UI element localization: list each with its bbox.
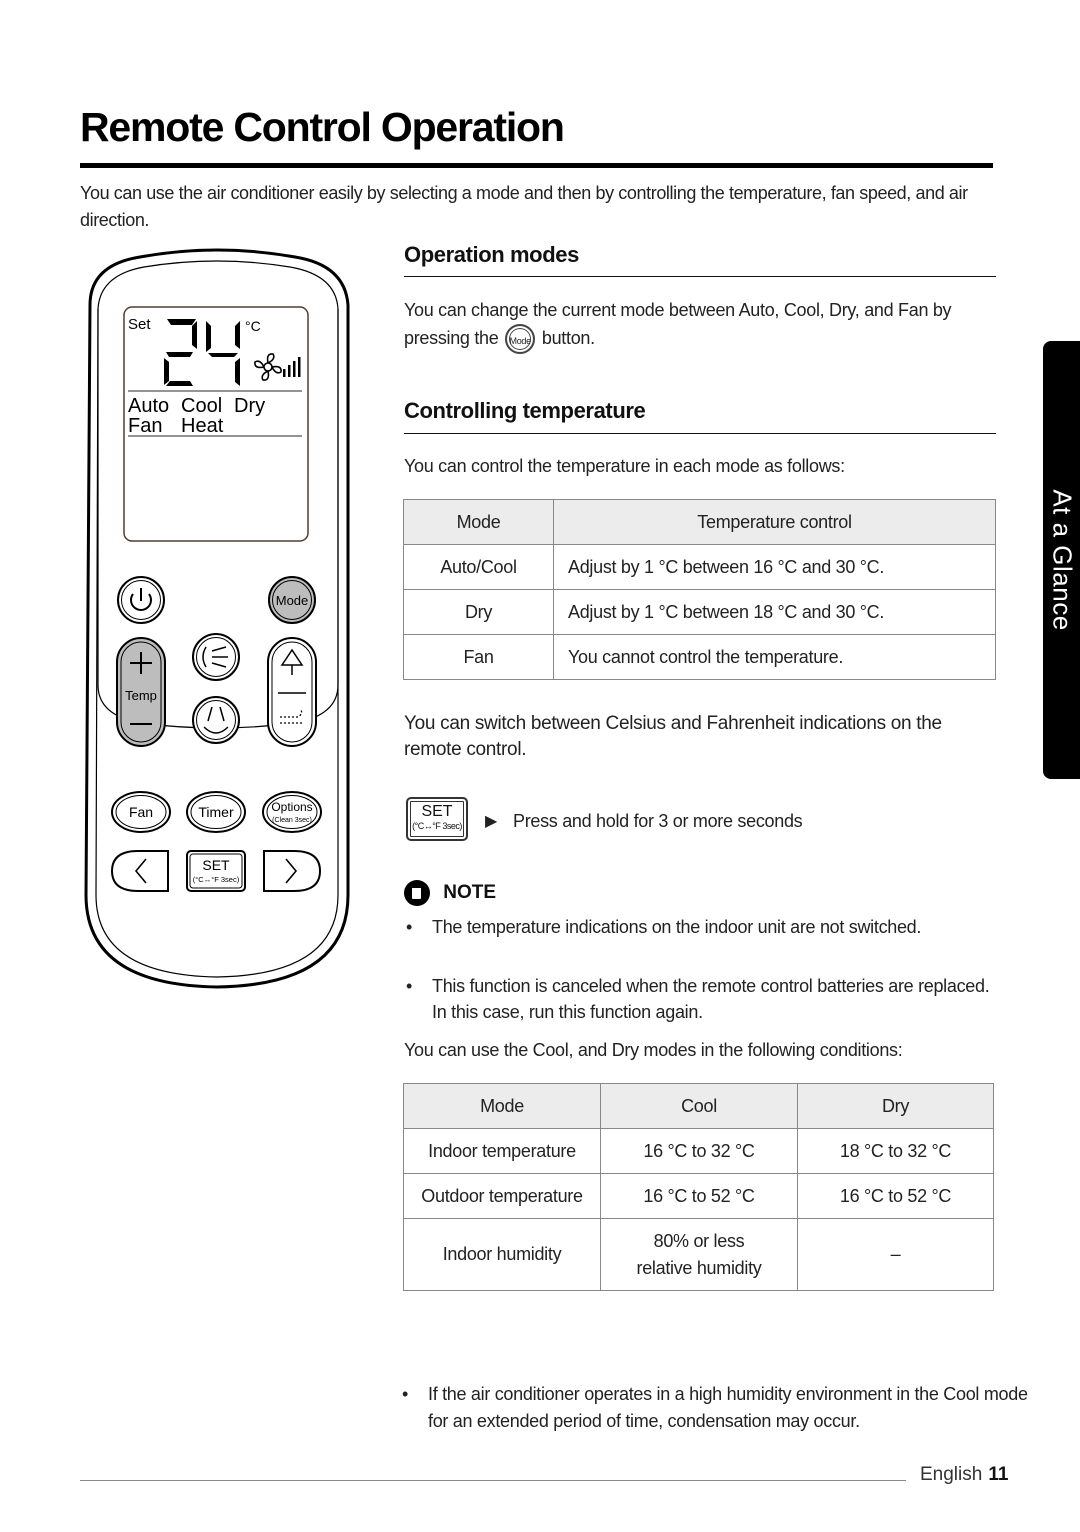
section-tab-at-a-glance[interactable]: At a Glance xyxy=(1043,341,1080,779)
svg-text:Options: Options xyxy=(271,800,312,814)
table-cell: 18 °C to 32 °C xyxy=(797,1128,994,1174)
table-cell: 16 °C to 32 °C xyxy=(600,1128,798,1174)
table-header-cell: Cool xyxy=(600,1083,798,1129)
table-header-cell: Mode xyxy=(403,1083,601,1129)
section-tab-label: At a Glance xyxy=(1047,489,1077,631)
power-button xyxy=(117,576,165,624)
play-arrow-icon: ▶ xyxy=(485,813,498,830)
heading-divider xyxy=(404,433,996,434)
set-button-icon: SET (°C↔°F 3sec) xyxy=(406,797,468,841)
table-header-row: Mode Cool Dry xyxy=(403,1083,994,1129)
air-quality-wind-rocker xyxy=(267,637,317,747)
table-row: Indoor humidity 80% or less relative hum… xyxy=(403,1218,994,1291)
table-row: Auto/Cool Adjust by 1 °C between 16 °C a… xyxy=(403,544,996,590)
table-header-row: Mode Temperature control xyxy=(403,499,996,545)
table-cell: 16 °C to 52 °C xyxy=(600,1173,798,1219)
press-hold-instruction: Press and hold for 3 or more seconds xyxy=(513,811,803,831)
table-row: Indoor temperature 16 °C to 32 °C 18 °C … xyxy=(403,1128,994,1174)
svg-text:SET: SET xyxy=(202,857,230,873)
remote-control-illustration: Set °C Auto Cool Dry Fan Heat Mode Temp … xyxy=(84,248,350,989)
lcd-mode-fan: Fan xyxy=(128,415,162,437)
svg-text:Timer: Timer xyxy=(198,804,234,820)
table-cell: 16 °C to 52 °C xyxy=(797,1173,994,1219)
svg-text:Fan: Fan xyxy=(129,804,153,820)
note-item: This function is canceled when the remot… xyxy=(404,973,992,1025)
temp-rocker-button: Temp xyxy=(116,637,166,747)
set-button: SET (°C↔°F 3sec) xyxy=(186,850,246,892)
lcd-unit: °C xyxy=(245,318,261,334)
table-cell: Adjust by 1 °C between 16 °C and 30 °C. xyxy=(553,544,996,590)
lcd-mode-dry: Dry xyxy=(234,395,265,417)
page-footer: English 11 xyxy=(920,1464,1008,1486)
note-icon xyxy=(404,880,430,906)
table-cell: Outdoor temperature xyxy=(403,1173,601,1219)
table-cell: Fan xyxy=(403,634,554,680)
heading-divider xyxy=(404,276,996,277)
operation-modes-text: You can change the current mode between … xyxy=(404,297,1004,354)
table-cell: You cannot control the temperature. xyxy=(553,634,996,680)
table-cell: Dry xyxy=(403,589,554,635)
lcd-mode-auto: Auto xyxy=(128,395,169,417)
footer-divider xyxy=(80,1480,906,1481)
table-cell: Indoor temperature xyxy=(403,1128,601,1174)
fan-button: Fan xyxy=(111,791,171,833)
svg-text:(°C↔°F 3sec): (°C↔°F 3sec) xyxy=(193,875,240,884)
operation-modes-heading: Operation modes xyxy=(404,242,579,267)
vertical-swing-button xyxy=(192,633,240,681)
table-row: Dry Adjust by 1 °C between 18 °C and 30 … xyxy=(403,589,996,635)
mode-button: Mode xyxy=(268,576,316,624)
table-row: Fan You cannot control the temperature. xyxy=(403,634,996,680)
table-header-cell: Dry xyxy=(797,1083,994,1129)
lcd-mode-heat: Heat xyxy=(181,415,224,437)
table-cell: – xyxy=(797,1218,994,1291)
mode-button-label: Mode xyxy=(276,593,309,608)
table-row: Outdoor temperature 16 °C to 52 °C 16 °C… xyxy=(403,1173,994,1219)
celsius-fahrenheit-text: You can switch between Celsius and Fahre… xyxy=(404,713,942,760)
operating-conditions-table: Mode Cool Dry Indoor temperature 16 °C t… xyxy=(403,1083,994,1291)
note-header: NOTE xyxy=(404,880,496,906)
conditions-lead: You can use the Cool, and Dry modes in t… xyxy=(404,1040,903,1060)
temp-label: Temp xyxy=(125,688,157,703)
horizontal-swing-button xyxy=(192,696,240,744)
controlling-temperature-heading: Controlling temperature xyxy=(404,398,646,423)
table-cell: Indoor humidity xyxy=(403,1218,601,1291)
intro-paragraph: You can use the air conditioner easily b… xyxy=(80,183,968,230)
header-temperature-control: Temperature control xyxy=(553,499,996,545)
mode-button-inline-icon: Mode xyxy=(505,324,536,354)
lcd-mode-cool: Cool xyxy=(181,395,222,417)
table-cell: Adjust by 1 °C between 18 °C and 30 °C. xyxy=(553,589,996,635)
page-title: Remote Control Operation xyxy=(80,104,565,150)
lcd-set-label: Set xyxy=(128,316,151,333)
note-item: The temperature indications on the indoo… xyxy=(404,914,1012,941)
header-mode: Mode xyxy=(403,499,554,545)
right-arrow-button xyxy=(263,850,322,892)
footer-language: English xyxy=(920,1464,983,1485)
timer-button: Timer xyxy=(186,791,246,833)
left-arrow-button xyxy=(110,850,169,892)
options-button: Options (Clean 3sec) xyxy=(262,791,322,833)
temperature-lead: You can control the temperature in each … xyxy=(404,456,845,476)
table-cell: 80% or less relative humidity xyxy=(600,1218,798,1291)
temperature-control-table: Mode Temperature control Auto/Cool Adjus… xyxy=(403,499,996,680)
page-number: 11 xyxy=(988,1464,1009,1485)
title-divider xyxy=(80,163,993,168)
svg-text:(Clean 3sec): (Clean 3sec) xyxy=(272,817,312,824)
condensation-warning: If the air conditioner operates in a hig… xyxy=(400,1381,1028,1435)
table-cell: Auto/Cool xyxy=(403,544,554,590)
